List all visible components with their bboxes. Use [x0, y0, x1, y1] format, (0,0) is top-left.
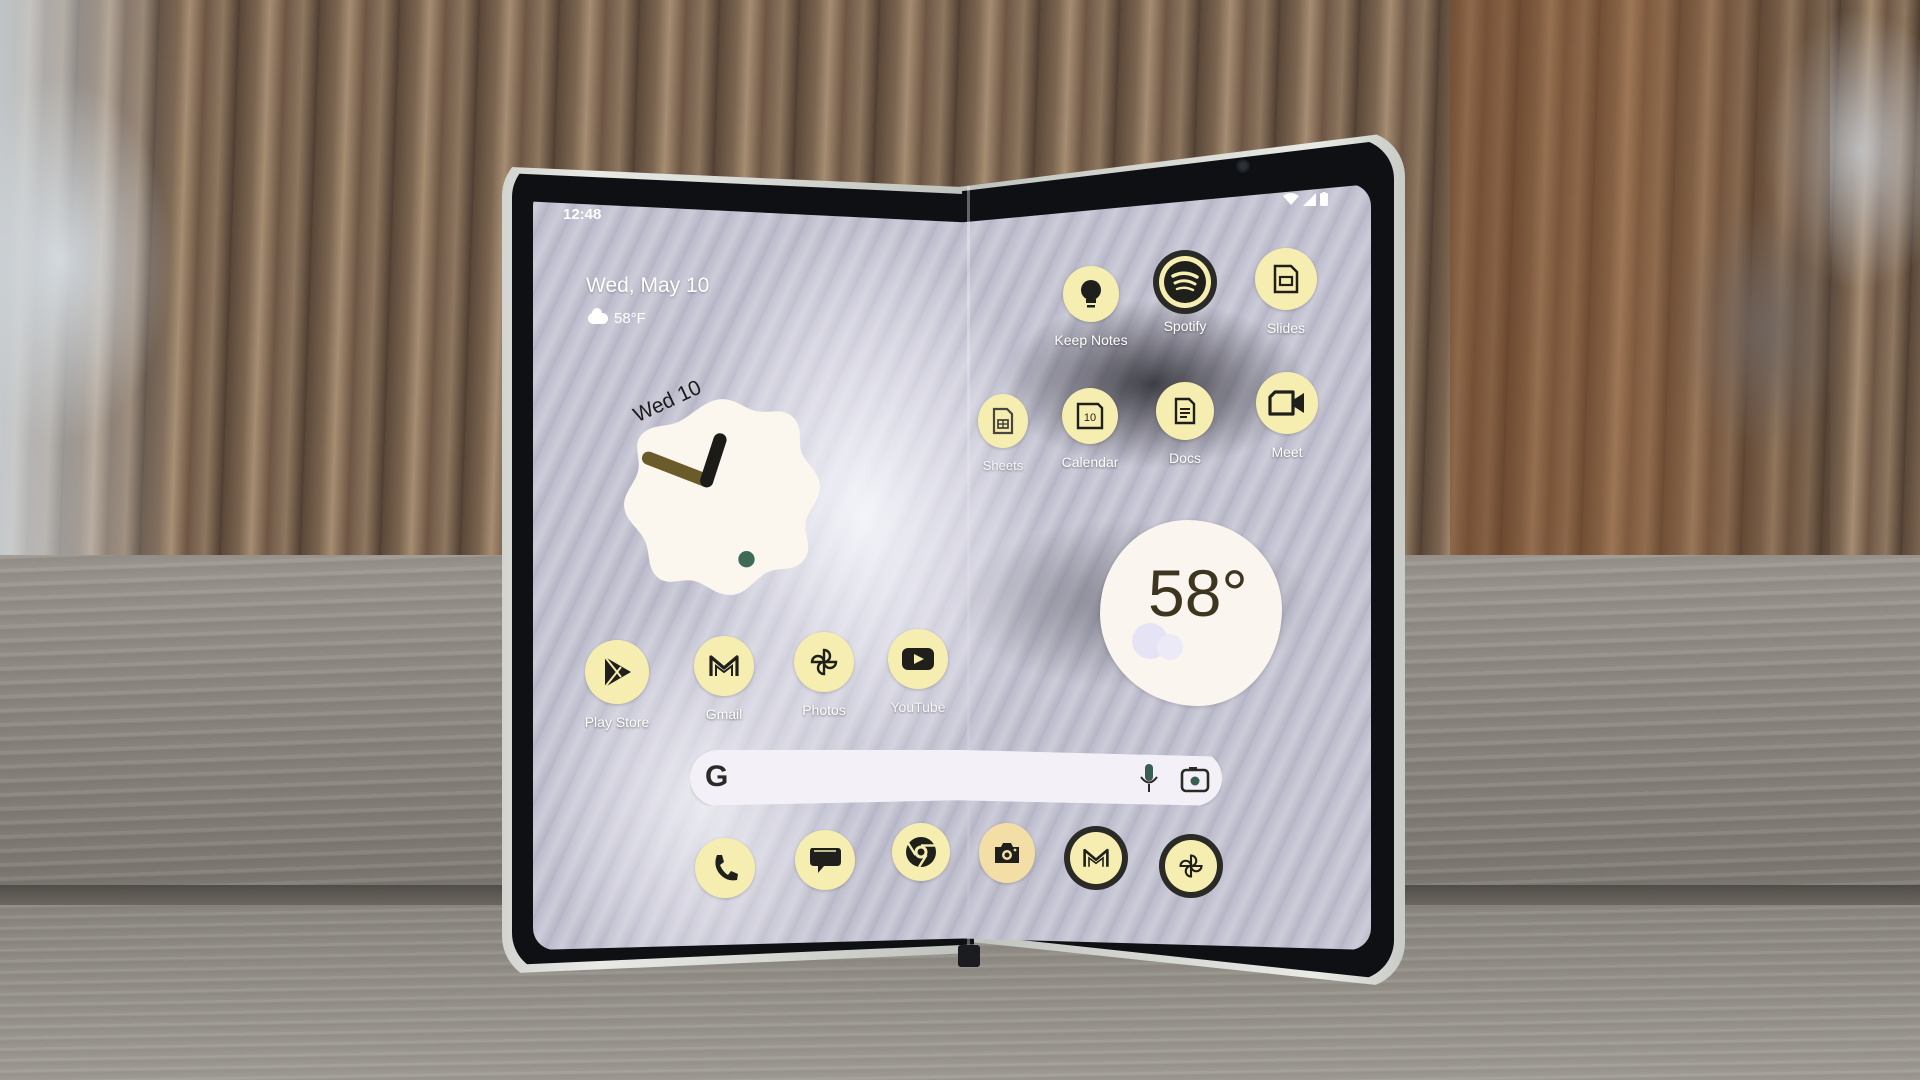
clock-widget[interactable]: [620, 395, 824, 599]
pinwheel-icon: [794, 632, 854, 692]
wifi-icon: [1283, 192, 1299, 205]
slides-icon: [1255, 248, 1317, 310]
app-label: YouTube: [890, 699, 946, 715]
cloud-icon: [1132, 623, 1183, 660]
app-play-store[interactable]: Play Store: [562, 640, 672, 730]
app-label: Meet: [1271, 444, 1303, 460]
play-store-icon: [585, 640, 649, 704]
google-lens-icon[interactable]: [1180, 765, 1210, 793]
at-a-glance-weather[interactable]: 58°F: [588, 308, 646, 327]
youtube-icon: [888, 629, 948, 689]
dock-gmail[interactable]: [1041, 832, 1151, 884]
pinwheel-icon: [1165, 840, 1217, 892]
app-docs[interactable]: Docs: [1130, 382, 1240, 466]
svg-text:10: 10: [1084, 412, 1096, 424]
status-icons: [1283, 192, 1328, 206]
dock-messages[interactable]: [770, 830, 880, 890]
status-time: 12:48: [563, 206, 602, 223]
app-label: Gmail: [705, 706, 743, 722]
app-label: Play Store: [584, 714, 650, 730]
app-youtube[interactable]: YouTube: [863, 629, 973, 715]
clock-second-dot: [738, 551, 755, 568]
at-a-glance-date[interactable]: Wed, May 10: [586, 274, 709, 298]
video-camera-icon: [1256, 372, 1318, 434]
spotify-icon: [1159, 256, 1211, 308]
lightbulb-icon: [1063, 266, 1119, 322]
cellular-signal-icon: [1303, 192, 1316, 206]
battery-icon: [1320, 192, 1328, 206]
sheets-icon: [978, 394, 1028, 448]
app-label: Docs: [1169, 450, 1201, 466]
gmail-icon: [1070, 832, 1122, 884]
hinge: [958, 945, 980, 967]
app-calendar[interactable]: 10 Calendar: [1035, 388, 1145, 470]
app-gmail[interactable]: Gmail: [669, 636, 779, 722]
chrome-icon: [892, 823, 950, 881]
app-label: Calendar: [1061, 454, 1119, 470]
gmail-icon: [694, 636, 754, 696]
dock-phone[interactable]: [670, 838, 780, 898]
dock-photos[interactable]: [1136, 840, 1246, 892]
foldable-phone: 12:48 Wed, May 10 58°F Wed 10 58° Keep N…: [0, 0, 1920, 1080]
app-meet[interactable]: Meet: [1232, 372, 1342, 460]
camera-icon: [979, 823, 1035, 883]
weather-temp-small: 58°F: [614, 310, 646, 327]
app-label: Keep Notes: [1054, 332, 1128, 348]
app-label: Slides: [1266, 320, 1306, 336]
front-camera: [1236, 159, 1250, 173]
google-logo: G: [705, 760, 729, 793]
app-spotify[interactable]: Spotify: [1130, 256, 1240, 334]
microphone-icon[interactable]: [1138, 762, 1160, 794]
cloud-icon: [588, 308, 608, 324]
docs-icon: [1156, 382, 1214, 440]
phone-icon: [695, 838, 755, 898]
app-label: Spotify: [1163, 318, 1207, 334]
messages-icon: [795, 830, 855, 890]
app-slides[interactable]: Slides: [1231, 248, 1341, 336]
clock-face: [624, 399, 820, 595]
calendar-icon: 10: [1062, 388, 1118, 444]
